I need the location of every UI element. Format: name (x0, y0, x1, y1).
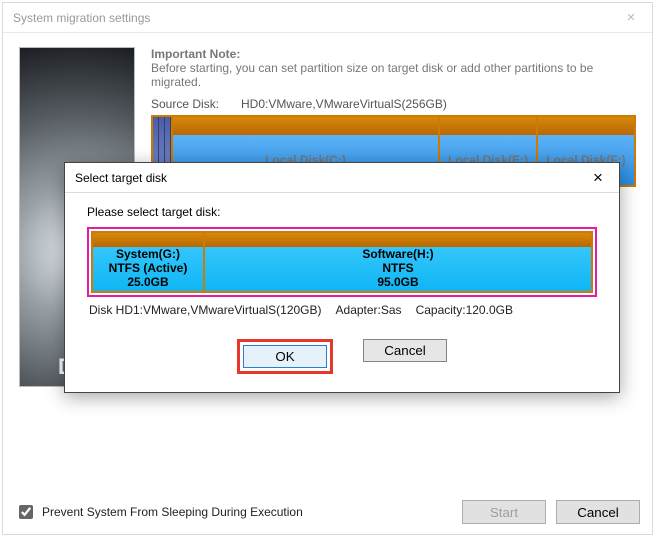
target-adapter: Adapter:Sas (336, 303, 402, 317)
dialog-cancel-button[interactable]: Cancel (363, 339, 447, 362)
partition-h[interactable]: Software(H:) NTFS 95.0GB (205, 233, 591, 291)
close-icon[interactable]: × (577, 168, 619, 188)
source-disk-row: Source Disk: HD0:VMware,VMwareVirtualS(2… (151, 97, 636, 111)
partition-g-name: System(G:) (116, 248, 180, 262)
target-partition-bar[interactable]: System(G:) NTFS (Active) 25.0GB Software… (91, 231, 593, 293)
partition-g[interactable]: System(G:) NTFS (Active) 25.0GB (93, 233, 205, 291)
target-disk-caption: Disk HD1:VMware,VMwareVirtualS(120GB) Ad… (89, 303, 595, 317)
note-heading: Important Note: (151, 47, 636, 61)
dialog-title: Select target disk (75, 171, 167, 185)
partition-h-name: Software(H:) (362, 248, 433, 262)
source-disk-label: Source Disk: (151, 97, 241, 111)
dialog-instruction: Please select target disk: (87, 205, 597, 219)
target-disk-name: Disk HD1:VMware,VMwareVirtualS(120GB) (89, 303, 322, 317)
partition-g-fs: NTFS (Active) (109, 262, 188, 276)
dialog-buttons: OK Cancel (87, 339, 597, 374)
partition-g-size: 25.0GB (127, 276, 168, 290)
prevent-sleep-input[interactable] (19, 505, 33, 519)
ok-button[interactable]: OK (243, 345, 327, 368)
prevent-sleep-checkbox[interactable]: Prevent System From Sleeping During Exec… (15, 502, 303, 522)
select-target-dialog: Select target disk × Please select targe… (64, 162, 620, 393)
dialog-body: Please select target disk: System(G:) NT… (65, 193, 619, 392)
start-button[interactable]: Start (462, 500, 546, 524)
dialog-titlebar: Select target disk × (65, 163, 619, 193)
window-title: System migration settings (13, 3, 150, 32)
window-titlebar: System migration settings × (3, 3, 652, 33)
target-capacity: Capacity:120.0GB (416, 303, 513, 317)
ok-highlight: OK (237, 339, 333, 374)
prevent-sleep-label: Prevent System From Sleeping During Exec… (42, 505, 303, 519)
close-icon[interactable]: × (610, 3, 652, 32)
partition-h-size: 95.0GB (377, 276, 418, 290)
note-text: Before starting, you can set partition s… (151, 61, 636, 89)
cancel-button[interactable]: Cancel (556, 500, 640, 524)
partition-h-fs: NTFS (382, 262, 413, 276)
source-disk-value: HD0:VMware,VMwareVirtualS(256GB) (241, 97, 447, 111)
window-footer: Prevent System From Sleeping During Exec… (15, 500, 640, 524)
target-disk-highlight: System(G:) NTFS (Active) 25.0GB Software… (87, 227, 597, 297)
